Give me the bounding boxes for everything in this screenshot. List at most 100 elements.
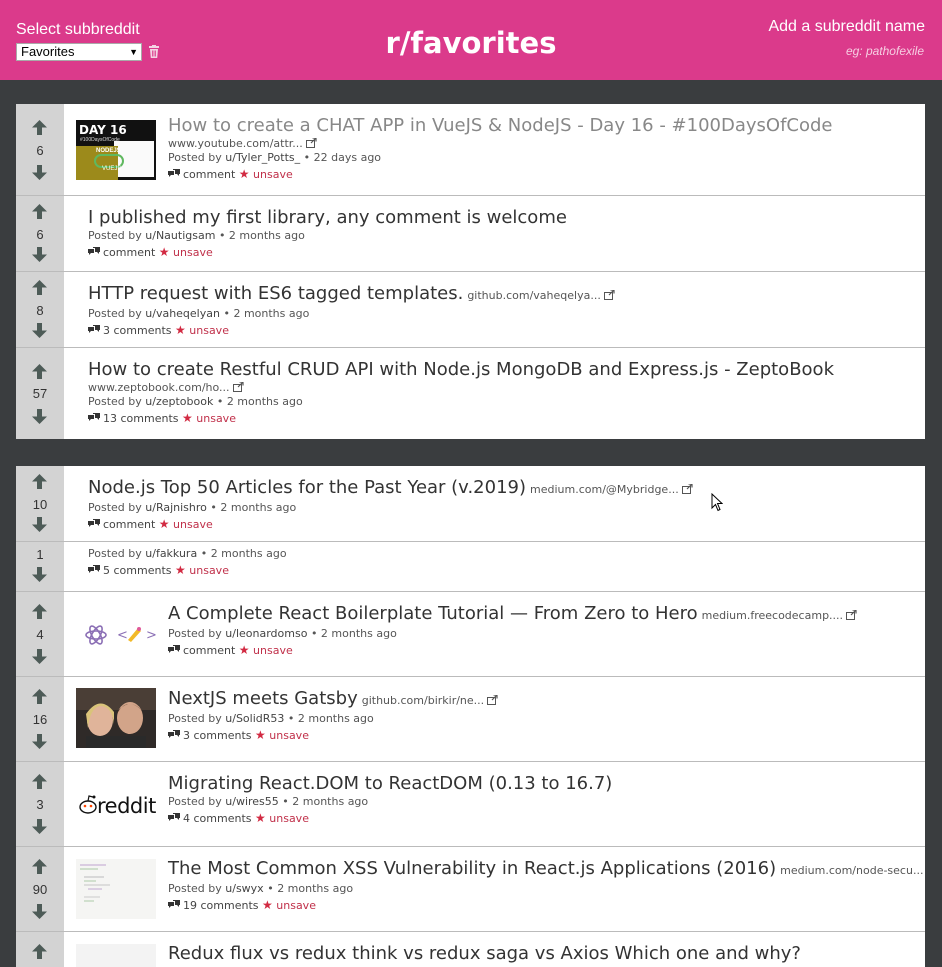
comment-icon bbox=[88, 413, 100, 423]
post-thumbnail[interactable] bbox=[76, 688, 156, 748]
post-score: 90 bbox=[32, 882, 48, 897]
arrow-up-icon[interactable] bbox=[31, 858, 48, 875]
post-meta: Posted by u/leonardomso • 2 months ago bbox=[168, 627, 397, 640]
comments-link[interactable]: comment bbox=[183, 644, 235, 657]
post-meta: Posted by u/swyx • 2 months ago bbox=[168, 882, 354, 895]
post-author[interactable]: u/leonardomso bbox=[225, 627, 307, 640]
unsave-button[interactable]: unsave bbox=[189, 564, 229, 577]
post-title[interactable]: NextJS meets Gatsby github.com/birkir/ne.… bbox=[168, 689, 498, 711]
post-author[interactable]: u/Rajnishro bbox=[145, 501, 207, 514]
comment-icon bbox=[168, 645, 180, 655]
post-domain-link[interactable]: www.youtube.com/attr... bbox=[168, 137, 833, 150]
post-author[interactable]: u/swyx bbox=[225, 882, 263, 895]
comments-link[interactable]: 19 comments bbox=[183, 899, 259, 912]
post-title[interactable]: I published my first library, any commen… bbox=[88, 208, 567, 228]
vote-column bbox=[16, 932, 64, 967]
post-thumbnail[interactable] bbox=[76, 859, 156, 919]
post-score: 4 bbox=[36, 627, 44, 642]
arrow-down-icon[interactable] bbox=[31, 566, 48, 583]
post-author[interactable]: u/zeptobook bbox=[145, 395, 213, 408]
arrow-down-icon[interactable] bbox=[31, 322, 48, 339]
unsave-button[interactable]: unsave bbox=[173, 246, 213, 259]
unsave-button[interactable]: unsave bbox=[269, 812, 309, 825]
post-title[interactable]: Node.js Top 50 Articles for the Past Yea… bbox=[88, 478, 693, 500]
post-meta: Posted by u/Tyler_Potts_ • 22 days ago bbox=[168, 151, 382, 164]
post-title[interactable]: The Most Common XSS Vulnerability in Rea… bbox=[168, 859, 925, 881]
post-author[interactable]: u/fakkura bbox=[145, 547, 197, 560]
post-title[interactable]: Redux flux vs redux think vs redux saga … bbox=[168, 944, 801, 964]
arrow-down-icon[interactable] bbox=[31, 516, 48, 533]
unsave-button[interactable]: unsave bbox=[276, 899, 316, 912]
comment-icon bbox=[168, 730, 180, 740]
comment-icon bbox=[88, 519, 100, 529]
arrow-up-icon[interactable] bbox=[31, 943, 48, 960]
post-thumbnail[interactable]: DAY 16 #100DaysOfCode NODEJS VUEJS bbox=[76, 120, 156, 180]
comments-link[interactable]: 4 comments bbox=[183, 812, 252, 825]
post-thumbnail[interactable] bbox=[76, 944, 156, 967]
post-score: 8 bbox=[36, 303, 44, 318]
post-title[interactable]: HTTP request with ES6 tagged templates. g… bbox=[88, 284, 615, 306]
app-header: Select subbreddit Favorites ▼ r/favorite… bbox=[0, 0, 942, 80]
comments-link[interactable]: 3 comments bbox=[183, 729, 252, 742]
unsave-button[interactable]: unsave bbox=[253, 644, 293, 657]
post-title[interactable]: How to create Restful CRUD API with Node… bbox=[88, 360, 834, 380]
arrow-down-icon[interactable] bbox=[31, 903, 48, 920]
post-author[interactable]: u/wires55 bbox=[225, 795, 279, 808]
add-subreddit-input[interactable]: eg: pathofexile bbox=[846, 44, 924, 58]
comments-link[interactable]: comment bbox=[183, 168, 235, 181]
post-domain-link[interactable]: www.zeptobook.com/ho... bbox=[88, 381, 834, 394]
arrow-down-icon[interactable] bbox=[31, 246, 48, 263]
unsave-button[interactable]: unsave bbox=[196, 412, 236, 425]
mouse-cursor-icon bbox=[711, 493, 723, 512]
comments-link[interactable]: comment bbox=[103, 246, 155, 259]
arrow-up-icon[interactable] bbox=[31, 203, 48, 220]
post-domain-link[interactable]: github.com/birkir/ne... bbox=[362, 694, 498, 707]
post-actions: comment ★ unsave bbox=[88, 244, 567, 261]
arrow-up-icon[interactable] bbox=[31, 688, 48, 705]
unsave-button[interactable]: unsave bbox=[253, 168, 293, 181]
arrow-down-icon[interactable] bbox=[31, 408, 48, 425]
comments-link[interactable]: 3 comments bbox=[103, 324, 172, 337]
post-domain-link[interactable]: medium.com/@Mybridge... bbox=[530, 483, 693, 496]
vote-column: 6 bbox=[16, 104, 64, 195]
post-meta: Posted by u/wires55 • 2 months ago bbox=[168, 795, 369, 808]
post-author[interactable]: u/vaheqelyan bbox=[145, 307, 220, 320]
arrow-up-icon[interactable] bbox=[31, 473, 48, 490]
arrow-up-icon[interactable] bbox=[31, 603, 48, 620]
external-link-icon bbox=[846, 610, 857, 620]
post-meta: Posted by u/SolidR53 • 2 months ago bbox=[168, 712, 374, 725]
post-domain-link[interactable]: github.com/vaheqelya... bbox=[467, 289, 615, 302]
post-title[interactable]: A Complete React Boilerplate Tutorial — … bbox=[168, 604, 857, 626]
external-link-icon bbox=[487, 695, 498, 705]
arrow-down-icon[interactable] bbox=[31, 818, 48, 835]
post-author[interactable]: u/SolidR53 bbox=[225, 712, 284, 725]
arrow-up-icon[interactable] bbox=[31, 279, 48, 296]
post-title[interactable]: How to create a CHAT APP in VueJS & Node… bbox=[168, 116, 833, 136]
star-icon: ★ bbox=[182, 411, 193, 425]
arrow-down-icon[interactable] bbox=[31, 648, 48, 665]
arrow-up-icon[interactable] bbox=[31, 363, 48, 380]
post-domain-link[interactable]: medium.com/node-secu... bbox=[780, 864, 925, 877]
vote-column: 4 bbox=[16, 592, 64, 676]
post-author[interactable]: u/Tyler_Potts_ bbox=[225, 151, 300, 164]
post-thumbnail[interactable]: < > bbox=[76, 604, 156, 664]
post-card: 57 How to create Restful CRUD API with N… bbox=[16, 348, 925, 439]
unsave-button[interactable]: unsave bbox=[269, 729, 309, 742]
post-title[interactable]: Migrating React.DOM to ReactDOM (0.13 to… bbox=[168, 774, 612, 794]
comments-link[interactable]: 13 comments bbox=[103, 412, 179, 425]
comments-link[interactable]: comment bbox=[103, 518, 155, 531]
post-meta: Posted by u/Rajnishro • 2 months ago bbox=[88, 501, 297, 514]
external-link-icon bbox=[682, 484, 693, 494]
reddit-alien-icon bbox=[79, 795, 97, 814]
post-author[interactable]: u/Nautigsam bbox=[145, 229, 215, 242]
unsave-button[interactable]: unsave bbox=[189, 324, 229, 337]
post-thumbnail[interactable]: reddit bbox=[76, 773, 156, 833]
unsave-button[interactable]: unsave bbox=[173, 518, 213, 531]
post-card: 8 HTTP request with ES6 tagged templates… bbox=[16, 272, 925, 348]
arrow-up-icon[interactable] bbox=[31, 773, 48, 790]
post-domain-link[interactable]: medium.freecodecamp.... bbox=[702, 609, 857, 622]
comments-link[interactable]: 5 comments bbox=[103, 564, 172, 577]
arrow-down-icon[interactable] bbox=[31, 164, 48, 181]
arrow-down-icon[interactable] bbox=[31, 733, 48, 750]
arrow-up-icon[interactable] bbox=[31, 119, 48, 136]
